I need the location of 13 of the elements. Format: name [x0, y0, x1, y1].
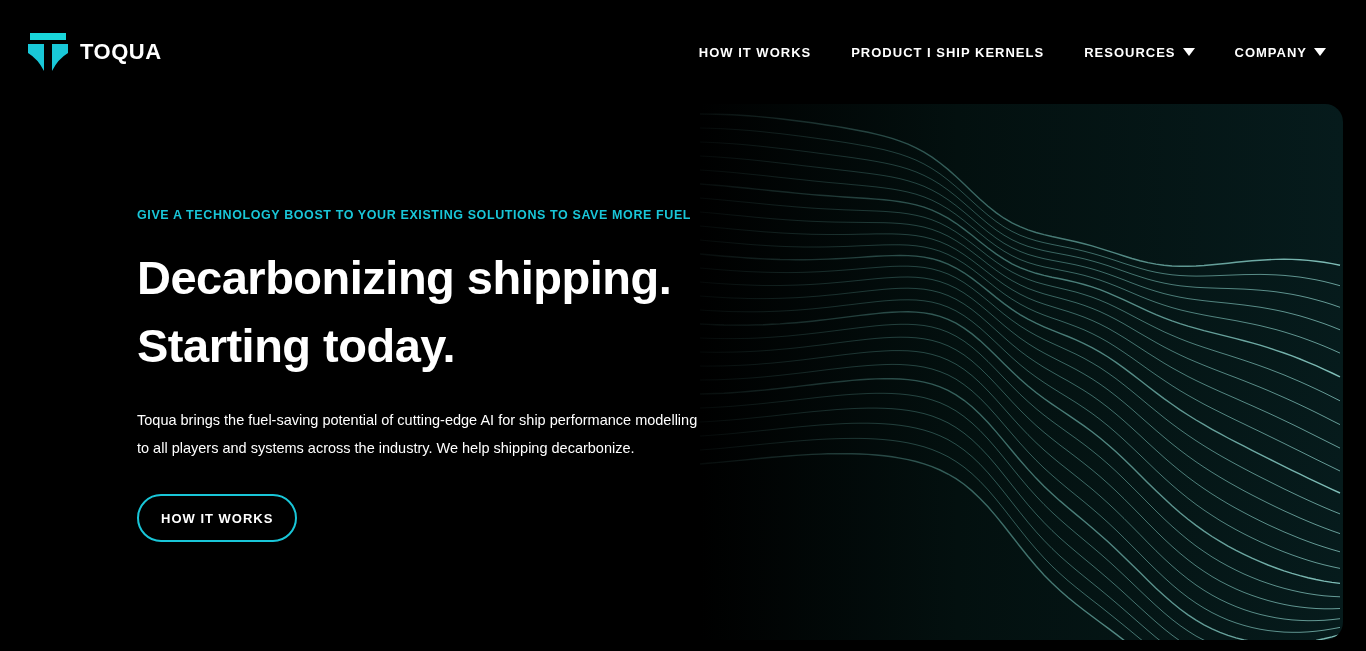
nav-link[interactable]: RESOURCES — [1084, 44, 1195, 60]
hero-heading: Decarbonizing shipping. — [137, 250, 672, 306]
how-it-works-button[interactable]: HOW IT WORKS — [137, 494, 298, 542]
nav-link[interactable]: HOW IT WORKS — [698, 44, 812, 60]
caret-icon[interactable] — [1314, 48, 1326, 56]
nav-link[interactable]: PRODUCT I SHIP KERNELS — [851, 44, 1045, 60]
hero-heading: Starting today. — [137, 318, 456, 374]
eyebrow-text: GIVE A TECHNOLOGY BOOST TO YOUR EXISTING SOLUTIONS TO SAVE MORE FUEL — [137, 208, 693, 222]
caret-icon[interactable] — [1182, 48, 1195, 56]
intro-paragraph: Toqua brings the fuel-saving potential of cutting-edge AI for ship performance modelling to all players and systems across the industry. We help shipping decarbonize. — [137, 411, 699, 458]
brand-name[interactable]: TOQUA — [80, 39, 162, 65]
logo-icon — [28, 33, 68, 71]
nav-link[interactable]: COMPANY — [1234, 44, 1326, 60]
